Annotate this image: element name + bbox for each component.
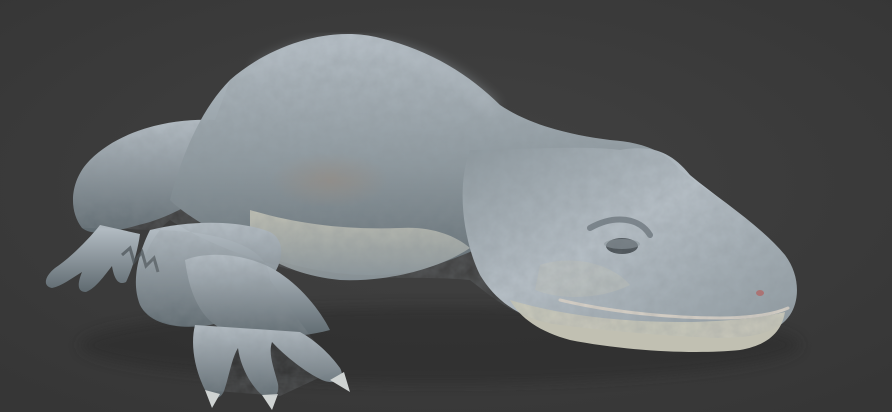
viewport: [0, 0, 892, 412]
render-scene: [0, 0, 892, 412]
